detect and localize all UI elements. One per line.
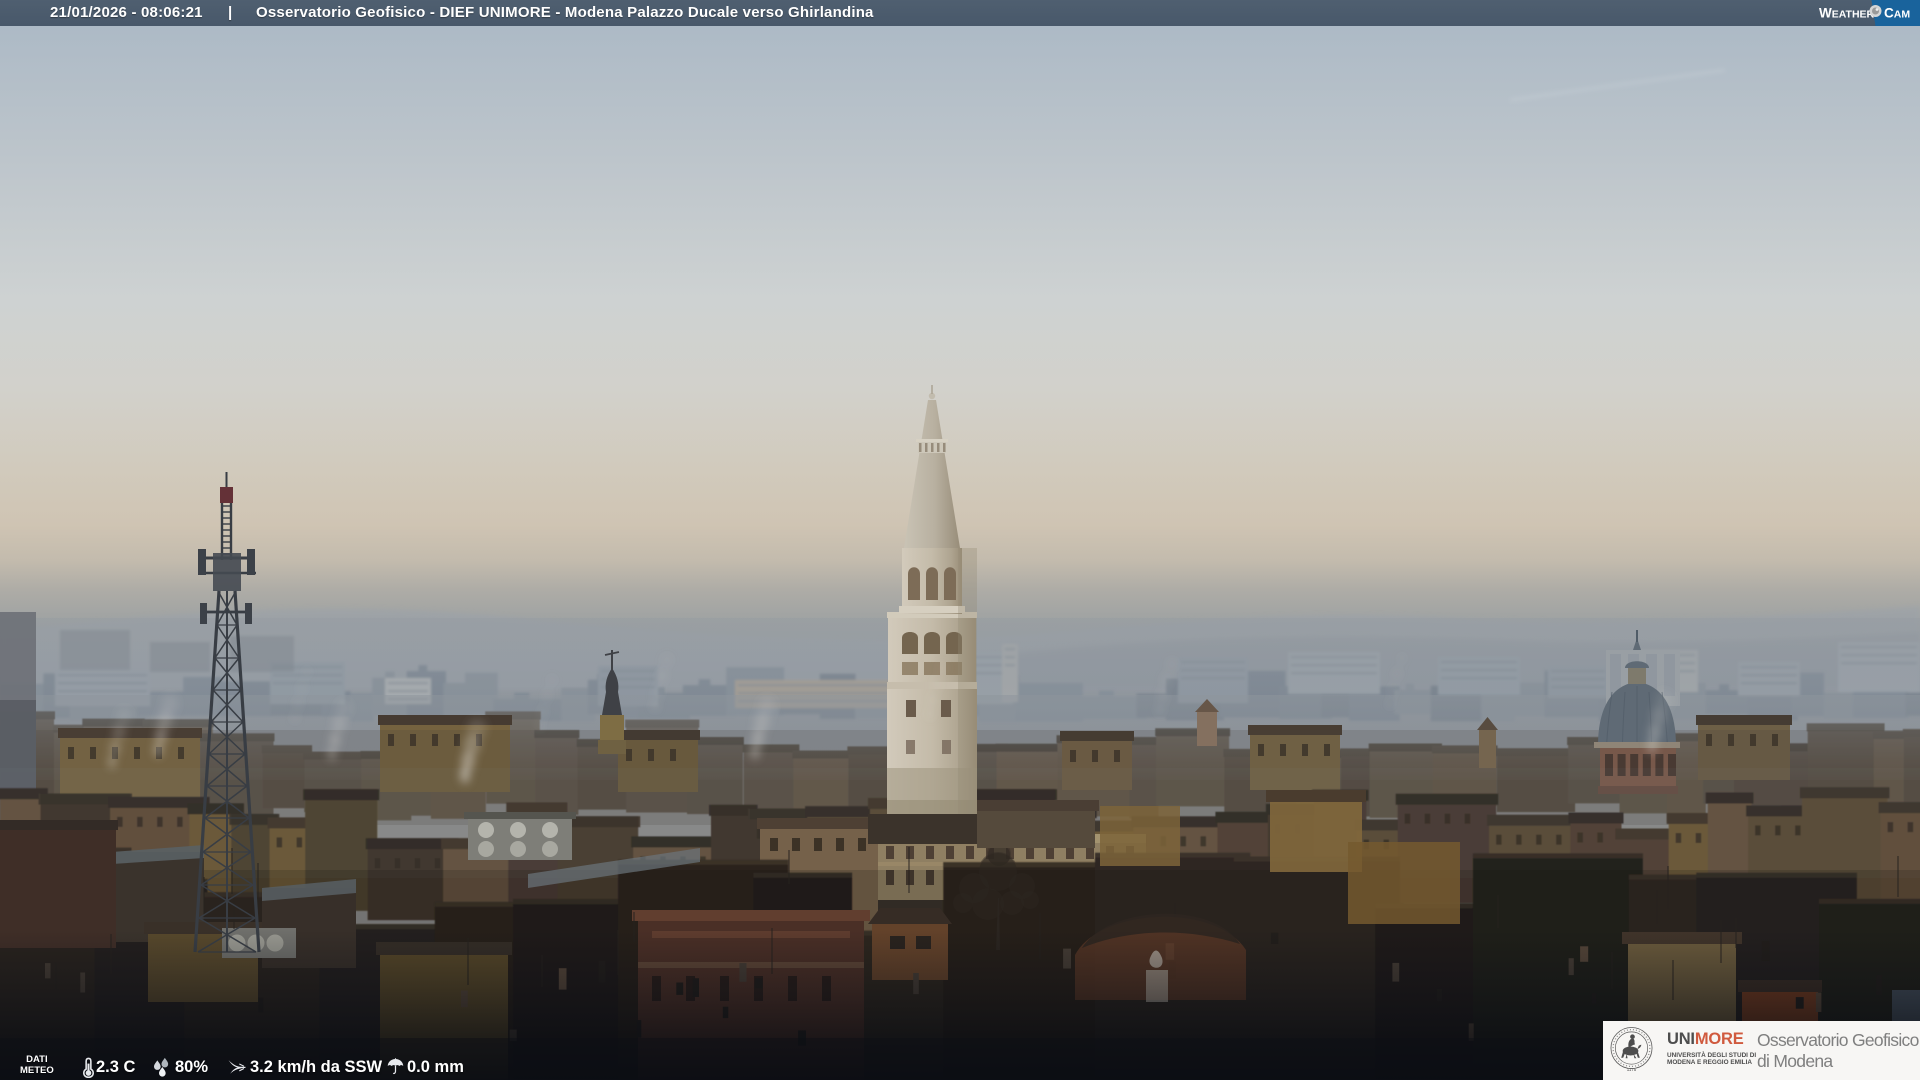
svg-text:WEATHER: WEATHER (1819, 6, 1875, 21)
svg-text:1175: 1175 (1627, 1067, 1637, 1072)
svg-text:CAM: CAM (1884, 6, 1910, 21)
